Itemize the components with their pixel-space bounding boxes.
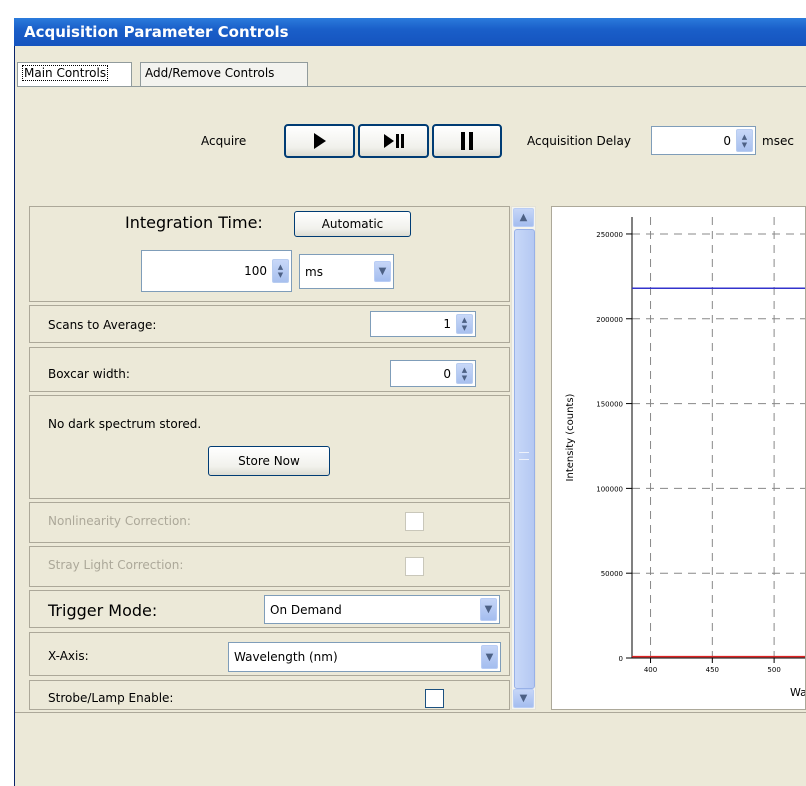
spinner-arrows-icon[interactable]: ▲ ▼ [456,314,473,334]
chevron-down-icon: ▼ [519,693,528,704]
y-tick-label: 100000 [596,485,623,493]
y-tick-label: 250000 [596,231,623,239]
tab-divider [17,86,806,87]
stray-light-label: Stray Light Correction: [48,558,184,572]
chevron-down-icon: ▼ [374,261,391,282]
integration-value: 100 [244,264,267,278]
scroll-up-button[interactable]: ▲ [513,208,534,227]
boxcar-width-spinner[interactable]: 0 ▲ ▼ [390,360,476,387]
chevron-down-icon: ▼ [480,598,497,621]
x-tick-label: 500 [767,666,780,674]
scans-to-average-label: Scans to Average: [48,318,157,332]
delay-value: 0 [723,133,731,148]
y-axis-label: Intensity (counts) [565,393,576,481]
play-pause-icon [383,134,404,148]
store-now-button[interactable]: Store Now [208,446,330,476]
play-button[interactable] [284,124,355,158]
bottom-divider [15,712,806,713]
spinner-arrows-icon[interactable]: ▲ ▼ [456,363,473,384]
play-pause-button[interactable] [358,124,429,158]
tab-add-remove-controls[interactable]: Add/Remove Controls [140,62,308,86]
y-tick-label: 0 [619,655,623,663]
trigger-mode-select[interactable]: On Demand ▼ [264,595,500,624]
tab-label: Main Controls [22,65,109,81]
scrollbar-grip-icon [519,452,529,460]
play-icon [313,133,326,149]
trigger-mode-label: Trigger Mode: [48,601,158,620]
x-tick-label: 400 [644,666,657,674]
delay-unit: msec [762,134,794,148]
spectrum-chart: 250000 200000 150000 100000 50000 0 400 450 500 I… [565,217,806,699]
window-title: Acquisition Parameter Controls [14,18,806,46]
acquire-label: Acquire [201,134,247,148]
stray-light-checkbox[interactable] [405,557,424,576]
integration-time-spinner[interactable]: 100 ▲ ▼ [141,250,292,292]
pause-icon [461,132,473,150]
x-axis-label: X-Axis: [48,649,89,663]
x-axis-label: Wa [790,686,805,699]
x-axis-value: Wavelength (nm) [234,650,338,664]
spinner-arrows-icon[interactable]: ▲ ▼ [272,259,289,283]
integration-unit-select[interactable]: ms ▼ [299,254,394,289]
spinner-arrows-icon[interactable]: ▲ ▼ [736,129,753,152]
integration-unit: ms [305,264,323,279]
chevron-down-icon: ▼ [481,645,498,669]
x-tick-label: 450 [706,666,719,674]
integration-time-label: Integration Time: [125,213,263,232]
trigger-mode-value: On Demand [270,602,342,617]
y-tick-label: 50000 [601,570,623,578]
boxcar-value: 0 [443,366,451,381]
y-tick-label: 200000 [596,316,623,324]
automatic-button[interactable]: Automatic [294,211,411,237]
tab-main-controls[interactable]: Main Controls [17,62,132,86]
strobe-lamp-label: Strobe/Lamp Enable: [48,691,174,705]
tab-label: Add/Remove Controls [145,66,275,80]
boxcar-width-label: Boxcar width: [48,367,130,381]
chevron-up-icon: ▲ [519,212,528,223]
scans-to-average-spinner[interactable]: 1 ▲ ▼ [370,311,476,337]
dark-spectrum-message: No dark spectrum stored. [48,417,202,431]
strobe-lamp-checkbox[interactable] [425,689,444,708]
scroll-down-button[interactable]: ▼ [513,689,534,708]
acquisition-delay-spinner[interactable]: 0 ▲ ▼ [651,126,756,155]
scans-value: 1 [443,317,451,331]
x-axis-select[interactable]: Wavelength (nm) ▼ [228,642,501,672]
nonlinearity-label: Nonlinearity Correction: [48,514,191,528]
acquisition-delay-label: Acquisition Delay [527,134,631,148]
spectrum-chart-panel: 250000 200000 150000 100000 50000 0 400 450 500 I… [551,206,806,710]
pause-button[interactable] [432,124,502,158]
nonlinearity-checkbox[interactable] [405,512,424,531]
y-tick-label: 150000 [596,401,623,409]
